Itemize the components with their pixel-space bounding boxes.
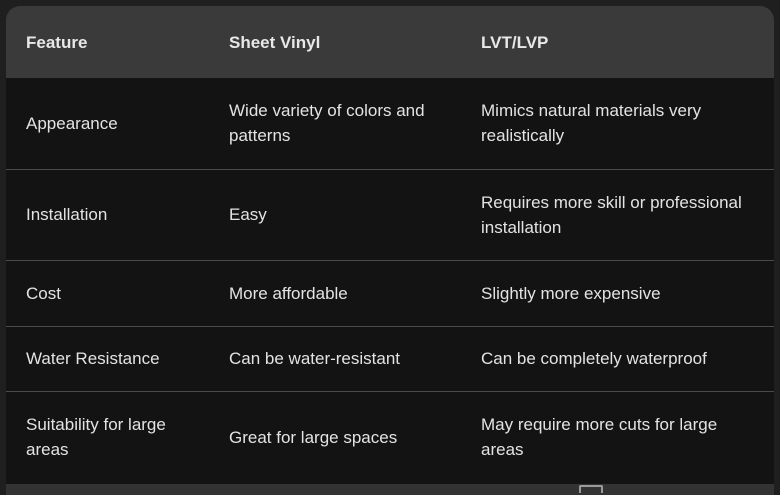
table-row: Installation Easy Requires more skill or… (6, 168, 774, 260)
cell-lvt-lvp: Requires more skill or professional inst… (461, 168, 774, 260)
cell-lvt-lvp: Can be completely waterproof (461, 325, 774, 391)
table-toolbar (6, 484, 774, 495)
cell-feature: Appearance (26, 113, 118, 133)
cell-sheet-vinyl: Wide variety of colors and patterns (229, 101, 425, 146)
cell-lvt-lvp: Mimics natural materials very realistica… (481, 101, 702, 146)
header-lvt-lvp: LVT/LVP (481, 32, 549, 52)
table-row: Cost More affordable Slightly more expen… (6, 259, 774, 326)
cell-sheet-vinyl: Great for large spaces (209, 390, 461, 483)
comparison-table: Feature Sheet Vinyl LVT/LVP Appearance W… (6, 6, 774, 483)
table-row: Appearance Wide variety of colors and pa… (6, 78, 774, 169)
copy-icon[interactable] (579, 485, 603, 493)
cell-feature: Water Resistance (6, 325, 209, 391)
cell-lvt-lvp: May require more cuts for large areas (461, 390, 774, 483)
cell-sheet-vinyl: Easy (209, 168, 461, 260)
table-header-row: Feature Sheet Vinyl LVT/LVP (6, 6, 774, 78)
cell-feature: Suitability for large areas (6, 390, 209, 483)
header-sheet-vinyl: Sheet Vinyl (229, 32, 321, 52)
table-row: Water Resistance Can be water-resistant … (6, 325, 774, 391)
comparison-table-card: Feature Sheet Vinyl LVT/LVP Appearance W… (6, 6, 774, 495)
table-row: Suitability for large areas Great for la… (6, 390, 774, 483)
cell-feature: Cost (6, 259, 209, 326)
cell-feature: Installation (6, 168, 209, 260)
cell-lvt-lvp: Slightly more expensive (461, 259, 774, 326)
cell-sheet-vinyl: Can be water-resistant (209, 325, 461, 391)
cell-sheet-vinyl: More affordable (209, 259, 461, 326)
header-feature: Feature (26, 32, 88, 52)
